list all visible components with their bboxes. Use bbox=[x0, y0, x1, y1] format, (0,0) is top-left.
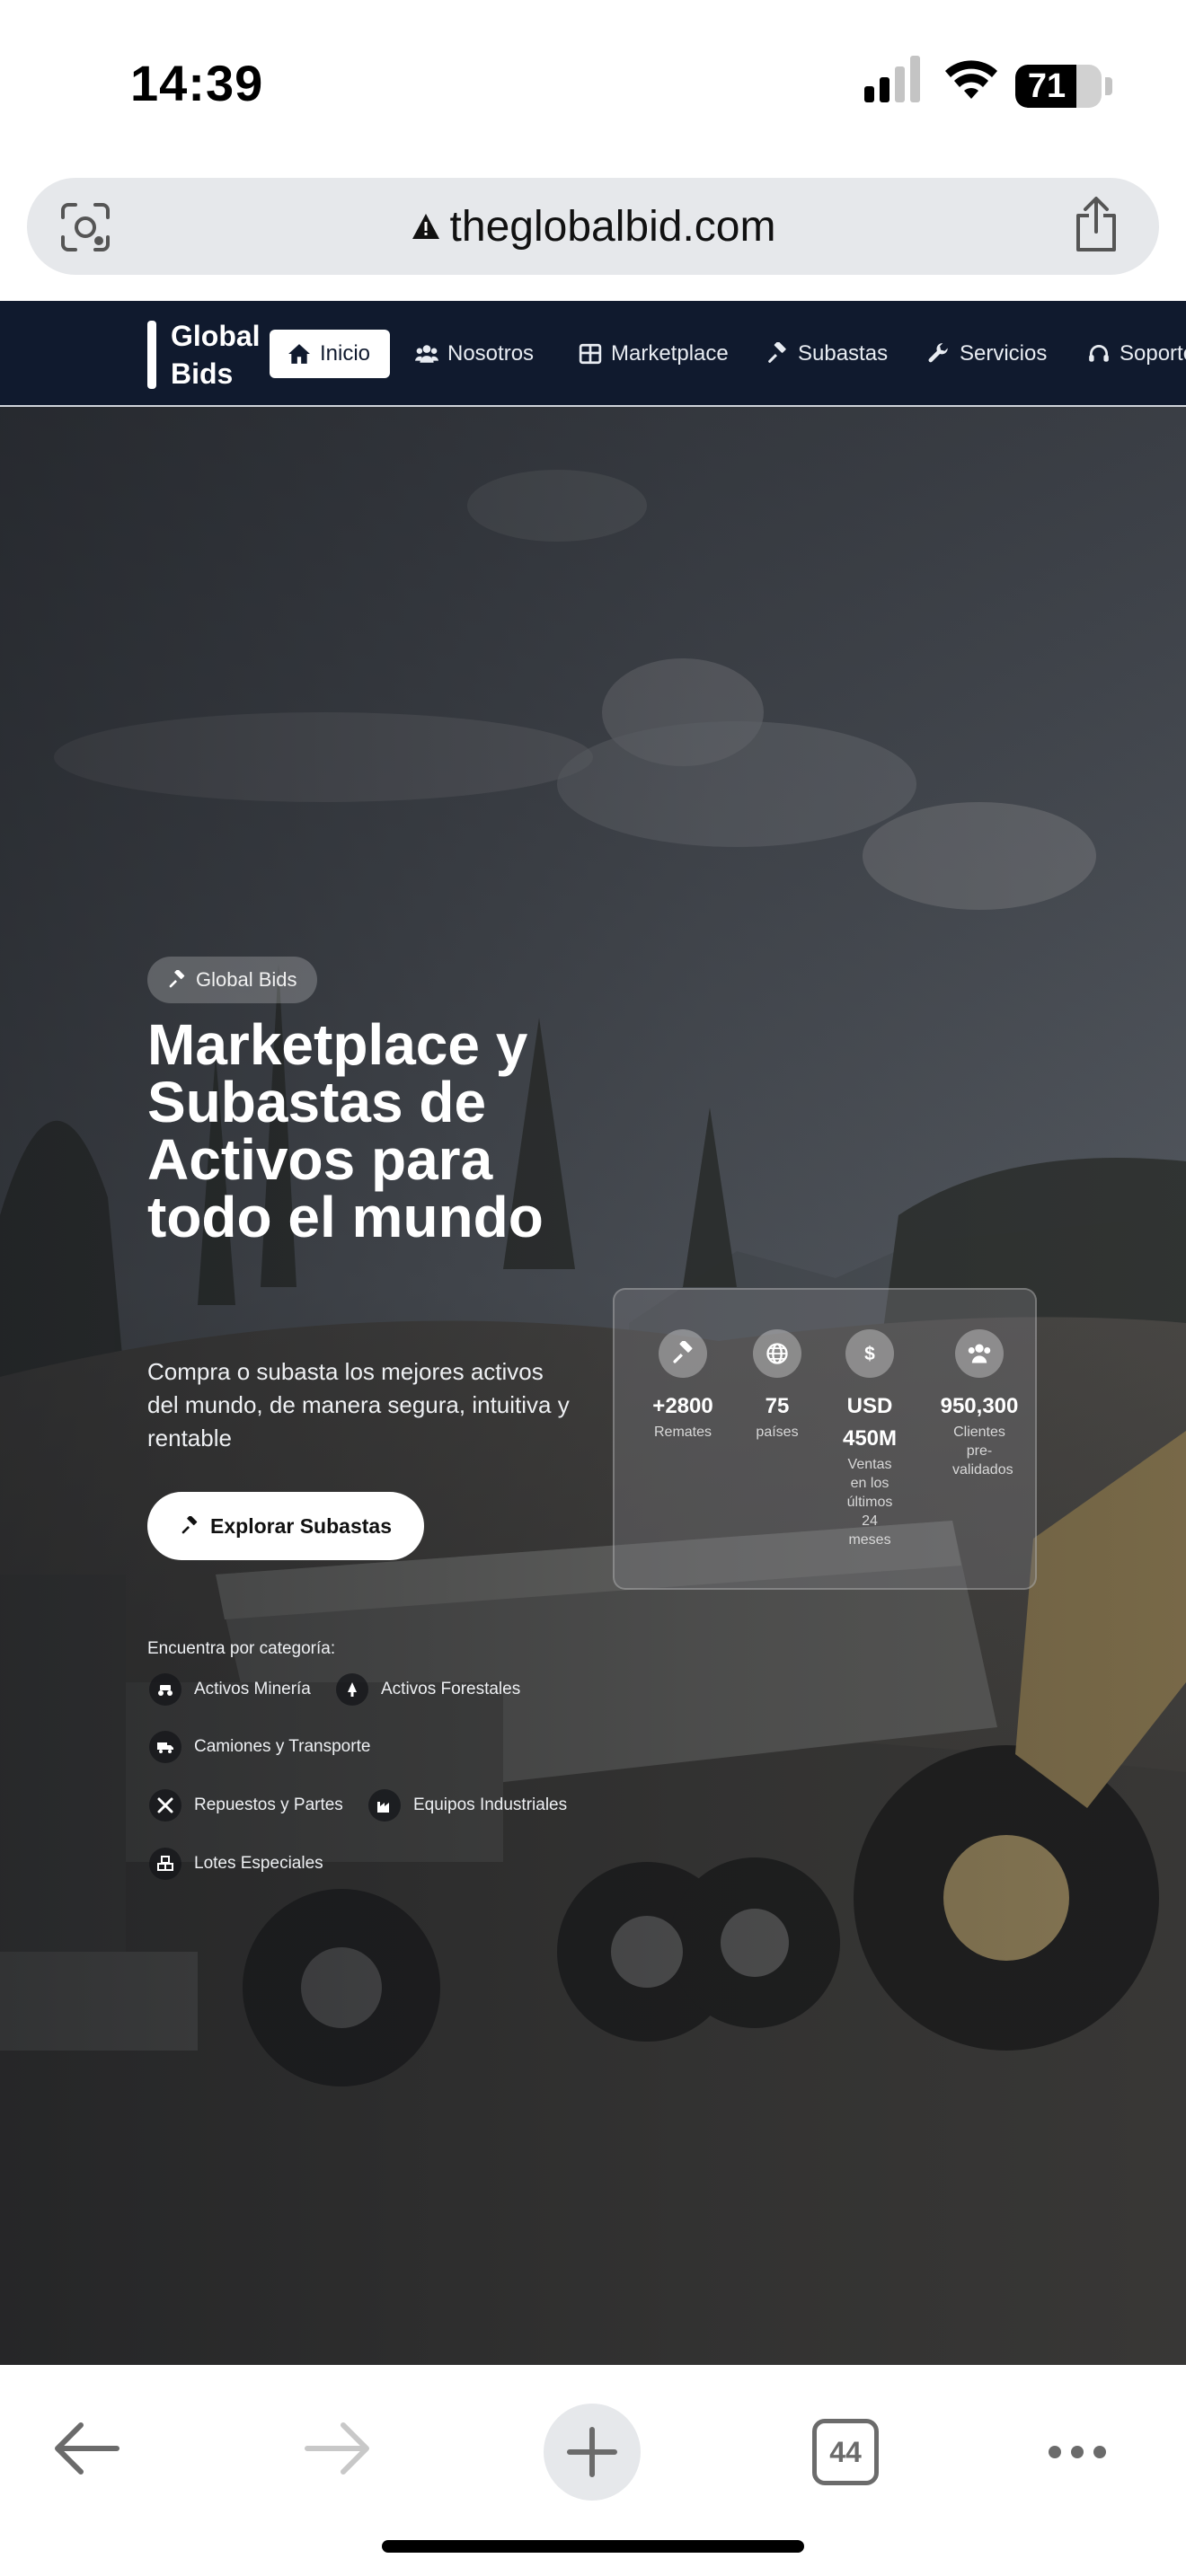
headset-icon bbox=[1089, 344, 1109, 362]
categories-title: Encuentra por categoría: bbox=[147, 1639, 336, 1658]
tools-icon bbox=[149, 1789, 181, 1822]
battery-nub bbox=[1105, 77, 1112, 95]
users-icon bbox=[415, 345, 438, 363]
stat-clients: 950,300 Clientes pre-validados bbox=[925, 1329, 1033, 1479]
stat-value: 950,300 bbox=[940, 1394, 1019, 1418]
website-viewport: Global Bids Inicio Nosotros Marketplace … bbox=[0, 301, 1186, 2365]
nav-label: Marketplace bbox=[611, 341, 729, 366]
gavel-icon bbox=[169, 970, 185, 988]
dollar-icon: $ bbox=[845, 1329, 894, 1378]
more-menu-icon[interactable] bbox=[1046, 2439, 1109, 2466]
grid-icon bbox=[579, 343, 602, 365]
forward-arrow-icon[interactable] bbox=[302, 2419, 374, 2478]
hero-title: Marketplace y Subastas de Activos para t… bbox=[147, 1012, 544, 1249]
home-icon bbox=[288, 344, 310, 364]
hero-subtitle: Compra o subasta los mejores activos del… bbox=[147, 1358, 570, 1451]
category-parts[interactable]: Repuestos y Partes bbox=[149, 1787, 343, 1823]
share-icon[interactable] bbox=[1071, 196, 1121, 253]
logo-line-1: Global bbox=[171, 320, 261, 352]
status-time: 14:39 bbox=[130, 55, 264, 111]
nav-item-servicios[interactable]: Servicios bbox=[927, 330, 1047, 378]
site-navbar: Global Bids Inicio Nosotros Marketplace … bbox=[0, 301, 1186, 407]
nav-item-nosotros[interactable]: Nosotros bbox=[415, 330, 534, 378]
logo-line-2: Bids bbox=[171, 357, 234, 390]
category-label: Activos Minería bbox=[194, 1680, 311, 1698]
nav-item-inicio[interactable]: Inicio bbox=[270, 330, 391, 378]
hero-tag: Global Bids bbox=[147, 957, 317, 1003]
stat-label: países bbox=[756, 1425, 799, 1440]
tree-icon bbox=[336, 1673, 368, 1706]
cta-label: Explorar Subastas bbox=[210, 1513, 392, 1538]
logo-accent bbox=[147, 321, 156, 389]
stats-card: +2800 Remates 75 países $ USD 450M Venta… bbox=[613, 1288, 1037, 1590]
status-bar: 14:39 71 bbox=[0, 0, 1186, 171]
svg-text:$: $ bbox=[864, 1344, 875, 1364]
warning-icon bbox=[412, 214, 439, 239]
nav-item-marketplace[interactable]: Marketplace bbox=[579, 330, 729, 378]
category-mining[interactable]: Activos Minería bbox=[149, 1672, 311, 1707]
nav-item-soporte[interactable]: Soporte bbox=[1087, 330, 1186, 378]
users-icon bbox=[955, 1329, 1004, 1378]
url-bar[interactable]: theglobalbid.com bbox=[27, 178, 1159, 275]
category-trucks[interactable]: Camiones y Transporte bbox=[149, 1729, 370, 1765]
category-label: Equipos Industriales bbox=[413, 1795, 568, 1814]
tabs-count: 44 bbox=[829, 2435, 862, 2468]
cellular-signal-icon bbox=[864, 56, 920, 102]
nav-label: Servicios bbox=[960, 341, 1048, 366]
nav-label: Inicio bbox=[320, 341, 371, 366]
url-text[interactable]: theglobalbid.com bbox=[450, 202, 776, 251]
stat-value: +2800 bbox=[652, 1394, 713, 1418]
nav-label: Soporte bbox=[1120, 341, 1186, 366]
stat-value: USD 450M bbox=[842, 1394, 898, 1451]
category-forestry[interactable]: Activos Forestales bbox=[336, 1672, 520, 1707]
category-industrial[interactable]: Equipos Industriales bbox=[368, 1787, 567, 1823]
category-special-lots[interactable]: Lotes Especiales bbox=[149, 1846, 323, 1882]
nav-item-subastas[interactable]: Subastas bbox=[766, 330, 888, 378]
back-arrow-icon[interactable] bbox=[50, 2419, 122, 2478]
site-logo[interactable]: Global Bids bbox=[171, 317, 270, 393]
nav-label: Subastas bbox=[798, 341, 889, 366]
category-label: Camiones y Transporte bbox=[194, 1737, 371, 1756]
category-label: Lotes Especiales bbox=[194, 1854, 323, 1873]
stat-label: Remates bbox=[653, 1425, 712, 1440]
category-label: Activos Forestales bbox=[381, 1680, 521, 1698]
stat-auctions: +2800 Remates bbox=[638, 1329, 728, 1442]
globe-icon bbox=[753, 1329, 801, 1378]
factory-icon bbox=[368, 1789, 401, 1822]
gavel-icon bbox=[768, 342, 786, 363]
stat-value: 75 bbox=[765, 1394, 790, 1418]
battery-level: 71 bbox=[1027, 67, 1067, 105]
wifi-icon bbox=[945, 60, 997, 99]
gavel-icon bbox=[659, 1329, 707, 1378]
battery-icon: 71 bbox=[1015, 65, 1102, 108]
stat-countries: 75 países bbox=[732, 1329, 822, 1442]
nav-label: Nosotros bbox=[447, 341, 535, 366]
boxes-icon bbox=[149, 1848, 181, 1880]
home-indicator bbox=[382, 2540, 804, 2553]
explore-auctions-button[interactable]: Explorar Subastas bbox=[147, 1492, 424, 1560]
gavel-icon bbox=[181, 1516, 198, 1534]
tabs-count-button[interactable]: 44 bbox=[812, 2419, 879, 2485]
stat-sales: $ USD 450M Ventas en los últimos 24 mese… bbox=[827, 1329, 913, 1549]
wrench-icon bbox=[928, 343, 948, 363]
stat-label: Clientes pre-validados bbox=[952, 1425, 1013, 1478]
new-tab-button[interactable] bbox=[543, 2403, 642, 2501]
hero-tag-label: Global Bids bbox=[196, 968, 297, 991]
truck-icon bbox=[149, 1731, 181, 1763]
hero-section: Global Bids Marketplace y Subastas de Ac… bbox=[0, 407, 1186, 2365]
excavator-icon bbox=[149, 1673, 181, 1706]
stat-label: Ventas en los últimos 24 meses bbox=[846, 1457, 893, 1548]
category-label: Repuestos y Partes bbox=[194, 1795, 343, 1814]
